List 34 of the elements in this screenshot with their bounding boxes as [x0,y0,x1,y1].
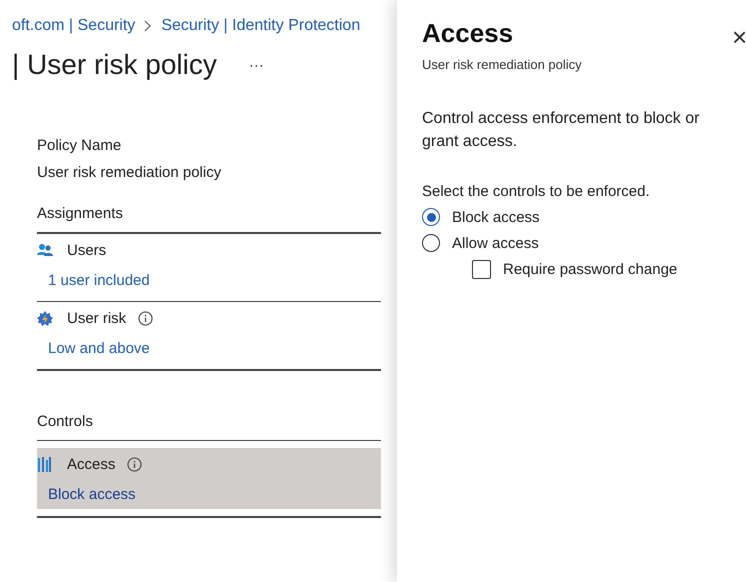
panel-title: Access [422,18,514,49]
item-label: Users [67,242,106,258]
chevron-icon [144,20,152,32]
item-link[interactable]: 1 user included [48,272,381,288]
panel-subtitle: User risk remediation policy [422,57,582,72]
users-icon [37,243,53,257]
item-link[interactable]: Block access [48,486,381,503]
breadcrumb-link[interactable]: oft.com | Security [12,17,136,35]
more-button[interactable]: ··· [246,56,266,74]
item-link[interactable]: Low and above [48,340,381,357]
gear-lightning-icon [37,310,53,326]
item-label: Access [67,456,116,473]
section-heading: Controls [37,412,94,432]
policy-item[interactable]: Access Block access [37,448,381,509]
page-title: | User risk policy [12,49,217,81]
checkbox-label: Require password change [503,261,678,278]
option-label: Allow access [452,234,539,252]
info-icon[interactable] [138,311,154,326]
info-icon[interactable] [127,457,142,472]
radio-button[interactable] [422,208,440,226]
field-label: Policy Name [37,137,122,154]
radio-button[interactable] [422,234,440,252]
policy-item[interactable]: User risk Low and above [37,302,381,369]
prompt-text: Select the controls to be enforced. [422,183,651,200]
checkbox[interactable] [472,260,491,279]
item-label: User risk [67,310,126,327]
field-value: User risk remediation policy [37,164,222,181]
policy-item[interactable]: Users 1 user included [37,234,381,300]
section-heading: Assignments [37,205,124,224]
breadcrumb-link[interactable]: Security | Identity Protection [161,17,360,35]
bars-icon [37,457,53,472]
description-text: Control access enforcement to block or grant access. [422,109,700,152]
option-label: Block access [452,208,540,226]
close-button[interactable]: × [732,22,746,50]
